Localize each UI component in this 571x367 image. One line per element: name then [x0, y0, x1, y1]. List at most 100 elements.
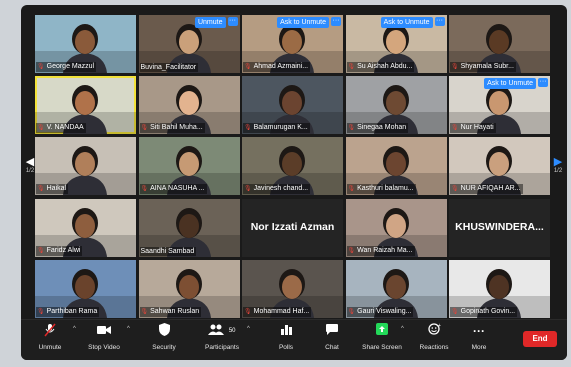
- page-indicator-left: 1/2: [25, 168, 35, 174]
- unmute-button[interactable]: Unmute: [25, 323, 75, 351]
- ellipsis-icon: ···: [473, 324, 485, 338]
- person-face: [489, 274, 509, 299]
- person-face: [75, 213, 95, 238]
- participant-tile[interactable]: 🎙 AINA NASUHA ...: [138, 137, 240, 196]
- person-face: [282, 274, 302, 299]
- participant-tile[interactable]: Ask to Unmute ··· 🎙 Ahmad Azmaini...: [242, 15, 343, 73]
- participant-tile[interactable]: KHUSWINDERA...: [449, 198, 550, 257]
- participant-name-label: 🎙 Javinesh chand...: [243, 184, 311, 195]
- share-screen-icon: [357, 323, 407, 339]
- participant-tile[interactable]: 🎙 Kasthuri balamu...: [345, 137, 447, 196]
- participant-options-icon[interactable]: ···: [538, 78, 548, 88]
- participant-name-text: Su Aishah Abdu...: [357, 63, 413, 70]
- participants-count: 50: [228, 328, 236, 334]
- muted-microphone-icon: 🎙: [347, 125, 356, 132]
- participants-button[interactable]: 50 Participants: [197, 323, 247, 351]
- participant-name-text: Siti Bahil Muha...: [150, 124, 203, 132]
- participant-name-text: Mohammad Haf...: [253, 307, 310, 315]
- chat-button[interactable]: Chat: [307, 323, 357, 351]
- person-face: [489, 30, 509, 54]
- ask-to-unmute-button[interactable]: Ask to Unmute: [277, 17, 329, 28]
- muted-microphone-icon: 🎙: [37, 64, 45, 70]
- participant-tile[interactable]: 🎙 Wan Raizah Ma...: [345, 198, 447, 257]
- stop-video-button[interactable]: Stop Video: [79, 323, 129, 351]
- polls-button[interactable]: Polls: [261, 323, 311, 351]
- muted-microphone-icon: 🎙: [244, 308, 252, 315]
- unmute-label: Unmute: [38, 344, 62, 351]
- participant-name-label: 🎙 Balamurugan K...: [243, 123, 310, 134]
- participant-tile[interactable]: Nor Izzati Azman: [242, 198, 343, 257]
- muted-microphone-icon: 🎙: [347, 64, 356, 70]
- ask-to-unmute-button[interactable]: Ask to Unmute: [380, 17, 433, 28]
- video-camera-icon: [79, 323, 129, 339]
- participant-tile[interactable]: 🎙 Parthiban Rama: [35, 259, 136, 318]
- participant-tile[interactable]: 🎙 Mohammad Haf...: [242, 259, 343, 318]
- page-indicator-right: 1/2: [553, 168, 563, 174]
- end-meeting-button[interactable]: End: [523, 331, 557, 347]
- muted-microphone-icon: 🎙: [347, 308, 356, 315]
- ask-to-unmute-button[interactable]: Ask to Unmute: [484, 78, 536, 90]
- participant-name-text: Wan Raizah Ma...: [357, 246, 413, 254]
- next-page-button[interactable]: ▶ 1/2: [551, 155, 565, 174]
- participant-tile[interactable]: 🎙 Sinegaa Mohan: [345, 76, 447, 135]
- smiley-plus-icon: +: [409, 323, 459, 339]
- muted-microphone-icon: 🎙: [37, 186, 45, 193]
- participant-tile[interactable]: 🎙 George Mazzul: [35, 15, 136, 73]
- participant-name-label: 🎙 Sahwan Ruslan: [139, 306, 202, 317]
- chevron-right-icon: ▶: [553, 156, 563, 168]
- person-face: [75, 274, 95, 299]
- participant-name-label: 🎙 Su Aishah Abdu...: [346, 62, 415, 72]
- muted-microphone-icon: 🎙: [37, 247, 45, 254]
- person-face: [282, 91, 302, 116]
- ask-to-unmute-button[interactable]: Unmute: [194, 17, 226, 28]
- security-button[interactable]: Security: [139, 323, 189, 351]
- person-face: [75, 152, 95, 177]
- participants-options-caret-icon[interactable]: ^: [247, 326, 250, 332]
- participant-tile[interactable]: 🎙 Balamurugan K...: [242, 76, 343, 135]
- muted-microphone-icon: 🎙: [451, 125, 459, 132]
- participant-name-label: 🎙 Siti Bahil Muha...: [139, 123, 205, 134]
- participant-tile[interactable]: 🎙 Siti Bahil Muha...: [138, 76, 240, 135]
- participant-name-label: 🎙 Faridz Alwi: [36, 245, 83, 256]
- participant-tile[interactable]: Ask to Unmute ··· 🎙 Su Aishah Abdu...: [345, 15, 447, 73]
- participant-name-text: Javinesh chand...: [253, 185, 309, 193]
- participant-tile[interactable]: 🎙 Haikal: [35, 137, 136, 196]
- participant-tile[interactable]: 🎙 Sahwan Ruslan: [138, 259, 240, 318]
- participant-tile[interactable]: Unmute ··· Buvina_Facilitator: [138, 15, 240, 73]
- participant-tile[interactable]: 🎙 NUR AFIQAH AR...: [449, 137, 550, 196]
- participant-name-text: Gauri Viswaling...: [357, 307, 412, 315]
- participant-tile[interactable]: 🎙 Shyamala Subr...: [449, 15, 550, 73]
- audio-options-caret-icon[interactable]: ^: [73, 326, 76, 332]
- reactions-button[interactable]: + Reactions: [409, 323, 459, 351]
- reactions-label: Reactions: [419, 344, 449, 351]
- muted-microphone-icon: 🎙: [451, 64, 459, 70]
- prev-page-button[interactable]: ◀ 1/2: [23, 155, 37, 174]
- share-screen-button[interactable]: Share Screen: [357, 323, 407, 351]
- participant-tile[interactable]: 🎙 Gauri Viswaling...: [345, 259, 447, 318]
- participant-tile[interactable]: Saandhi Sambad: [138, 198, 240, 257]
- video-options-caret-icon[interactable]: ^: [127, 326, 130, 332]
- more-button[interactable]: ··· More: [454, 323, 504, 351]
- person-face: [178, 213, 199, 238]
- participant-name-label: Buvina_Facilitator: [139, 63, 199, 72]
- participant-options-icon[interactable]: ···: [227, 17, 238, 26]
- people-icon: [208, 324, 227, 338]
- participant-tile[interactable]: 🎙 Gopinath Govin...: [449, 259, 550, 318]
- share-options-caret-icon[interactable]: ^: [401, 326, 404, 332]
- participant-tile[interactable]: 🎙 Javinesh chand...: [242, 137, 343, 196]
- participant-name-label: 🎙 Wan Raizah Ma...: [346, 245, 415, 256]
- chevron-left-icon: ◀: [25, 156, 35, 168]
- bar-chart-icon: [261, 323, 311, 339]
- person-face: [489, 91, 509, 116]
- participant-name-label: 🎙 George Mazzul: [36, 62, 97, 72]
- participant-tile[interactable]: Ask to Unmute ··· 🎙 Nur Hayati: [449, 76, 550, 135]
- share-screen-label: Share Screen: [362, 344, 402, 351]
- person-face: [75, 30, 95, 54]
- microphone-muted-icon: [25, 323, 75, 339]
- participant-tile[interactable]: 🎙 V. NANDAA: [35, 76, 136, 135]
- muted-microphone-icon: 🎙: [244, 186, 252, 193]
- person-face: [178, 152, 199, 177]
- participant-tile[interactable]: 🎙 Faridz Alwi: [35, 198, 136, 257]
- participant-options-icon[interactable]: ···: [331, 17, 341, 26]
- participant-options-icon[interactable]: ···: [434, 17, 445, 26]
